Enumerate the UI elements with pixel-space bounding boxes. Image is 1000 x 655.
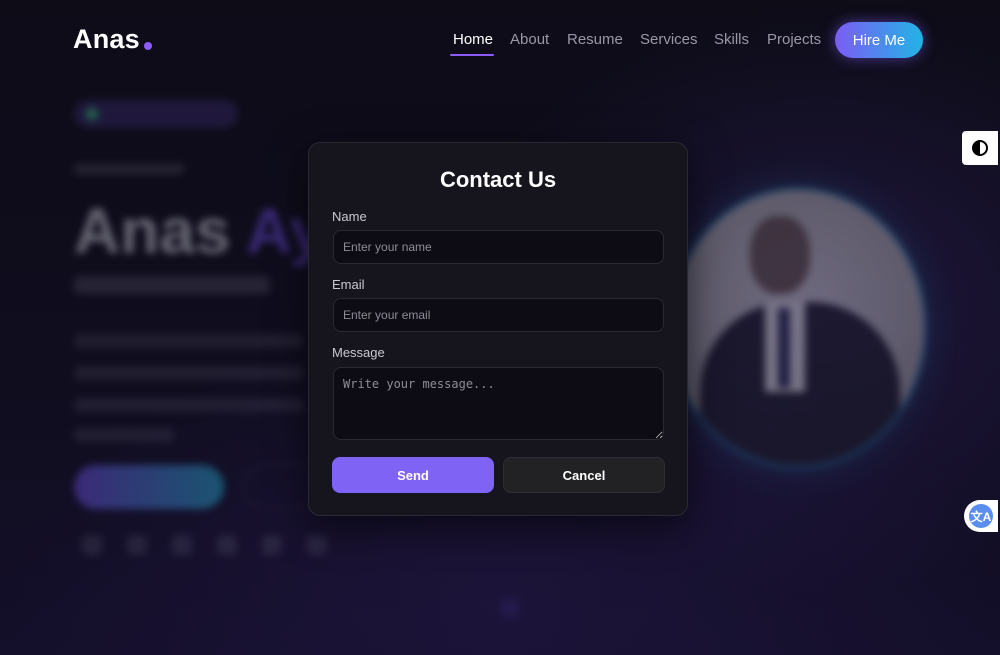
social-icon — [307, 535, 327, 555]
hero-name: Anas Ay — [74, 194, 325, 268]
hero-description-line — [74, 334, 304, 348]
hero-badge — [74, 100, 238, 128]
top-navbar: Anas Home About Resume Services Skills P… — [0, 0, 1000, 80]
hero-greeting — [74, 164, 184, 174]
message-label: Message — [332, 345, 385, 360]
profile-photo — [672, 190, 924, 466]
modal-title: Contact Us — [439, 167, 557, 192]
social-icon — [172, 535, 192, 555]
scroll-indicator — [500, 598, 520, 618]
hero-name-first: Anas — [74, 195, 231, 267]
hire-me-button[interactable]: Hire Me — [835, 22, 923, 58]
nav-link-about[interactable]: About — [510, 31, 549, 48]
cancel-button[interactable]: Cancel — [503, 457, 665, 493]
portrait-head — [750, 216, 810, 294]
message-textarea[interactable] — [333, 367, 664, 440]
hero-description-line — [74, 398, 304, 412]
active-nav-indicator — [450, 54, 494, 56]
portrait-tie — [778, 308, 790, 388]
hero-primary-button — [74, 465, 224, 509]
nav-link-services[interactable]: Services — [640, 31, 698, 48]
nav-link-home[interactable]: Home — [453, 31, 493, 48]
social-icon — [82, 535, 102, 555]
nav-link-projects[interactable]: Projects — [767, 31, 821, 48]
social-icon — [127, 535, 147, 555]
theme-toggle-button[interactable] — [962, 131, 998, 165]
social-icon — [262, 535, 282, 555]
name-input[interactable] — [333, 230, 664, 264]
email-input[interactable] — [333, 298, 664, 332]
hero-description-line — [74, 428, 174, 442]
contrast-icon — [972, 140, 988, 156]
social-icon — [217, 535, 237, 555]
contact-modal: Contact Us Name Email Message Send Cance… — [308, 142, 688, 516]
translate-button[interactable]: 文A — [964, 500, 998, 532]
send-button[interactable]: Send — [332, 457, 494, 493]
hero-description-line — [74, 366, 304, 380]
name-label: Name — [332, 209, 367, 224]
nav-link-resume[interactable]: Resume — [567, 31, 623, 48]
translate-icon: 文A — [969, 504, 993, 528]
nav-link-skills[interactable]: Skills — [714, 31, 749, 48]
email-label: Email — [332, 277, 365, 292]
status-dot — [86, 108, 98, 120]
hero-role — [74, 276, 270, 294]
